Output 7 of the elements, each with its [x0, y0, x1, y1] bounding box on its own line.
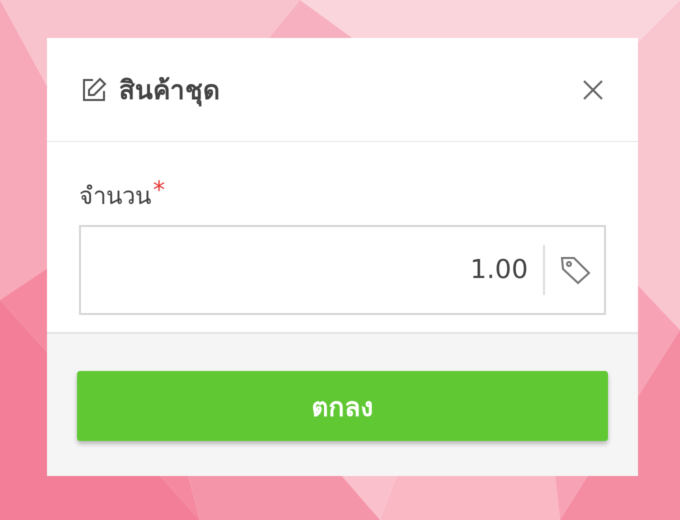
- field-label: จำนวน: [79, 181, 151, 212]
- tag-icon: [560, 255, 592, 285]
- close-icon[interactable]: [582, 78, 604, 100]
- quantity-field[interactable]: 1.00: [79, 225, 606, 315]
- required-mark: *: [153, 176, 165, 204]
- dialog-title: สินค้าชุด: [119, 75, 221, 108]
- edit-icon: [81, 76, 107, 102]
